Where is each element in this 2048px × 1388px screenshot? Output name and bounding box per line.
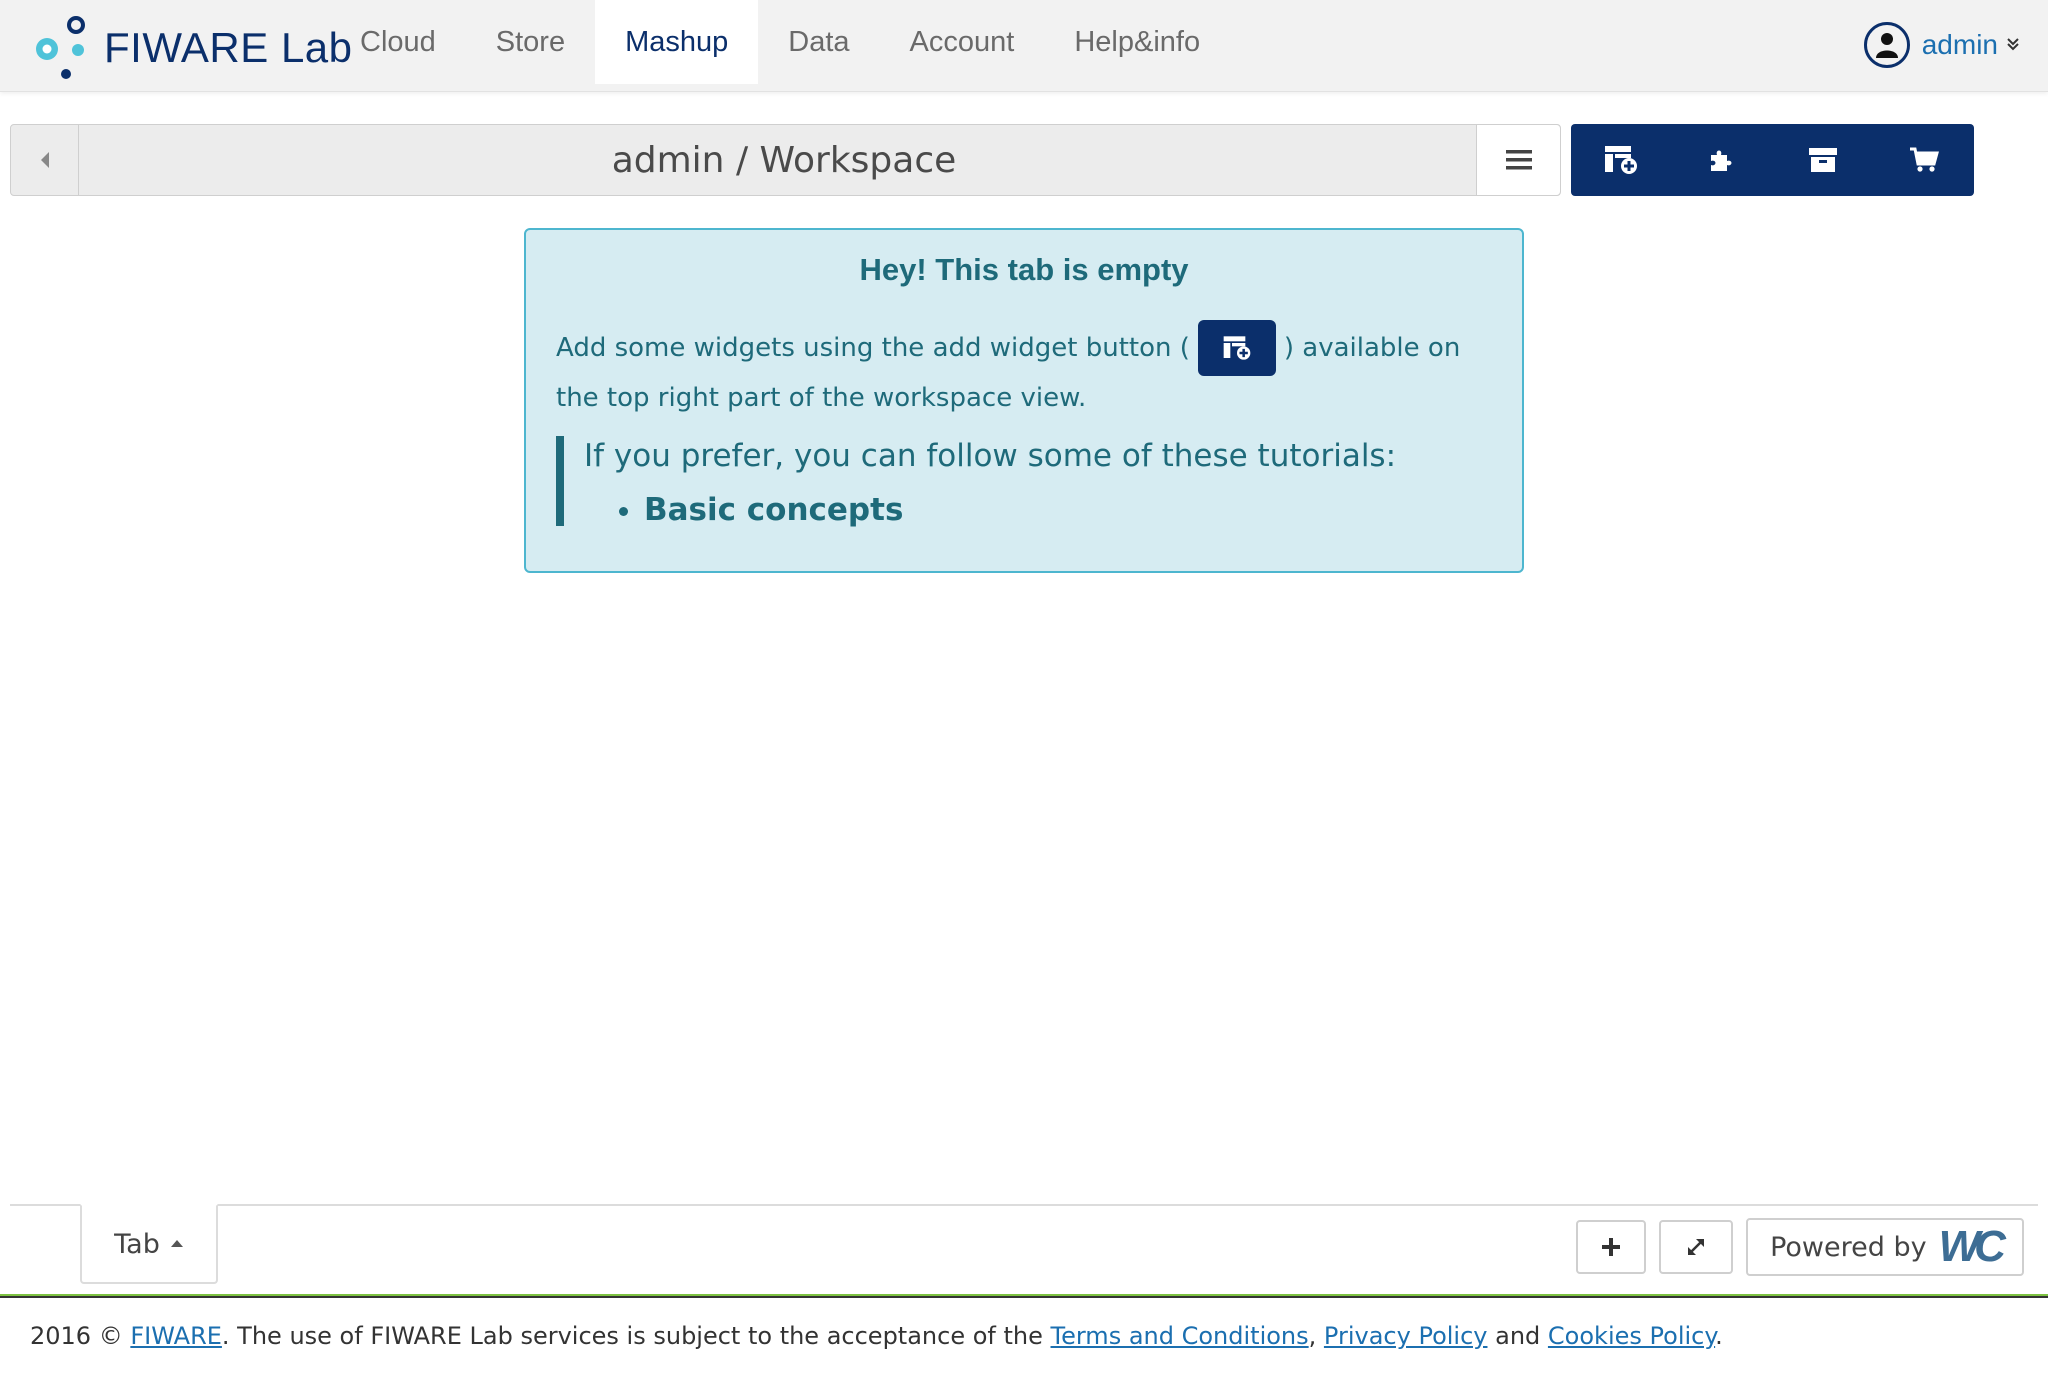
tutorials-blockquote: If you prefer, you can follow some of th… — [556, 436, 1456, 528]
workspace-title[interactable]: admin / Workspace — [79, 125, 1489, 195]
fullscreen-button[interactable] — [1659, 1220, 1733, 1274]
double-chevron-down-icon — [2006, 35, 2020, 56]
marketplace-button[interactable] — [1873, 124, 1974, 196]
tab-bar: Tab — [10, 1204, 2038, 1286]
footer-terms-link[interactable]: Terms and Conditions — [1051, 1322, 1309, 1350]
alert-text-after-button: ) available on — [1283, 333, 1461, 363]
add-tab-button[interactable] — [1576, 1220, 1646, 1274]
puzzle-icon — [1711, 150, 1732, 171]
nav-item-cloud[interactable]: Cloud — [330, 0, 466, 84]
alert-text-before-button: Add some widgets using the add widget bu… — [556, 333, 1190, 363]
footer-fiware-link[interactable]: FIWARE — [130, 1322, 222, 1350]
nav-item-helpinfo[interactable]: Help&info — [1044, 0, 1230, 84]
expand-icon — [1688, 1239, 1704, 1255]
hamburger-icon — [1505, 150, 1532, 170]
footer-copyright: 2016 © — [30, 1322, 123, 1350]
footer: 2016 © FIWARE. The use of FIWARE Lab ser… — [30, 1322, 1723, 1350]
alert-instructions: Add some widgets using the add widget bu… — [556, 320, 1460, 376]
footer-comma: , — [1308, 1322, 1317, 1350]
wirecloud-logo: WC — [1938, 1222, 2006, 1271]
plus-icon — [1602, 1238, 1620, 1256]
inline-add-widget-button — [1197, 320, 1276, 376]
workspace-toolbar — [1571, 124, 1974, 196]
main-nav: Cloud Store Mashup Data Account Help&inf… — [330, 0, 1230, 92]
footer-privacy-link[interactable]: Privacy Policy — [1324, 1322, 1488, 1350]
user-menu[interactable]: admin — [1863, 20, 2020, 70]
fiware-lab-logo[interactable]: FIWARE Lab — [34, 16, 353, 80]
powered-by-wirecloud[interactable]: Powered by WC — [1746, 1218, 2024, 1276]
alert-text-line2: the top right part of the workspace view… — [556, 383, 1087, 413]
wiring-button[interactable] — [1773, 124, 1874, 196]
tutorials-list: Basic concepts — [584, 490, 1456, 530]
caret-left-icon — [40, 152, 49, 168]
tutorial-link-basic-concepts[interactable]: Basic concepts — [644, 490, 1456, 530]
footer-period: . — [1715, 1322, 1723, 1350]
footer-text: . The use of FIWARE Lab services is subj… — [221, 1322, 1043, 1350]
nav-item-mashup[interactable]: Mashup — [595, 0, 759, 84]
user-name: admin — [1921, 29, 1998, 60]
workspace-bar: admin / Workspace — [10, 124, 1561, 196]
tab-label: Tab — [114, 1228, 160, 1260]
caret-up-icon — [170, 1236, 184, 1252]
workspace-menu-button[interactable] — [1476, 125, 1560, 195]
footer-cookies-link[interactable]: Cookies Policy — [1548, 1322, 1715, 1350]
add-widget-icon — [1223, 336, 1251, 360]
add-widget-button[interactable] — [1571, 124, 1672, 196]
nav-item-store[interactable]: Store — [466, 0, 595, 84]
components-button[interactable] — [1672, 124, 1773, 196]
fiware-dots-icon — [36, 16, 85, 79]
nav-item-account[interactable]: Account — [880, 0, 1045, 84]
nav-item-data[interactable]: Data — [758, 0, 879, 84]
back-button[interactable] — [11, 125, 79, 195]
alert-title: Hey! This tab is empty — [859, 252, 1189, 287]
top-navbar: FIWARE Lab Cloud Store Mashup Data Accou… — [0, 0, 2048, 92]
powered-by-label: Powered by — [1770, 1231, 1927, 1263]
brand-name: FIWARE — [104, 24, 269, 71]
user-circle-icon — [1863, 22, 1910, 68]
add-widget-icon — [1605, 146, 1638, 174]
tutorials-intro: If you prefer, you can follow some of th… — [584, 438, 1397, 474]
cart-icon — [1909, 147, 1939, 172]
archive-icon — [1808, 148, 1837, 172]
footer-divider — [0, 1294, 2048, 1298]
empty-tab-alert: Hey! This tab is empty Add some widgets … — [524, 228, 1524, 573]
tab-item[interactable]: Tab — [80, 1204, 218, 1284]
footer-and: and — [1495, 1322, 1541, 1350]
